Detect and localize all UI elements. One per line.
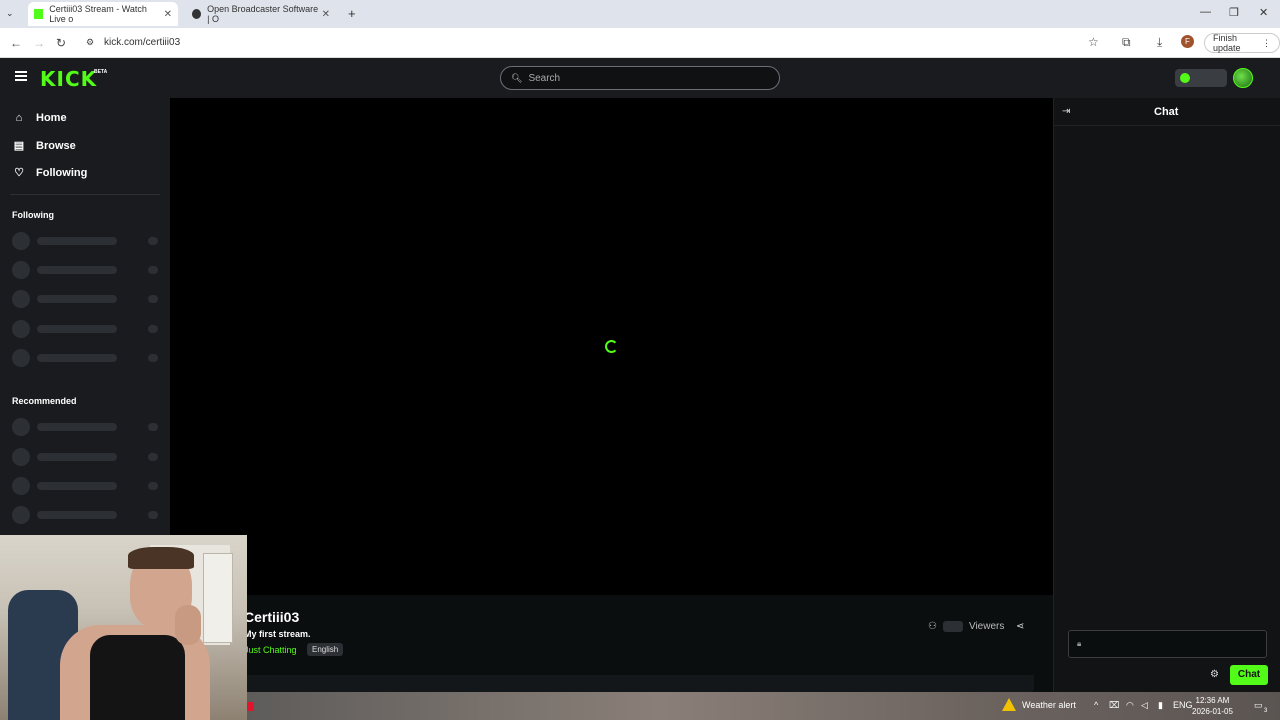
- viewers-icon: ⚇: [928, 621, 937, 632]
- search-input[interactable]: 🔍︎ Search: [500, 66, 780, 90]
- notification-count: 3: [1264, 708, 1268, 714]
- divider: [10, 194, 160, 195]
- address-bar-row: ← → ↻ ⚙ kick.com/certiii03 ☆ ⧉ ⤓ Finish …: [0, 28, 1280, 58]
- recommended-section-title: Recommended: [12, 396, 77, 406]
- maximize-icon[interactable]: ❐: [1229, 6, 1239, 19]
- forward-icon[interactable]: →: [33, 36, 45, 50]
- bookmark-star-icon[interactable]: ☆: [1088, 35, 1099, 49]
- chat-header: ⇥ Chat: [1054, 98, 1280, 126]
- menu-icon[interactable]: [15, 71, 27, 81]
- site-header: KICK BETA 🔍︎ Search: [0, 58, 1280, 98]
- heart-icon: ♡: [14, 167, 24, 179]
- webcam-door: [203, 553, 233, 643]
- category-link[interactable]: Just Chatting: [244, 645, 297, 655]
- following-section-title: Following: [12, 210, 54, 220]
- new-tab-icon[interactable]: +: [348, 6, 356, 21]
- channel-skeleton: [12, 477, 162, 495]
- tab-obs[interactable]: Open Broadcaster Software | O ✕: [186, 2, 336, 26]
- chat-title: Chat: [1154, 106, 1179, 118]
- webcam-overlay: [0, 535, 247, 720]
- notifications-icon[interactable]: ▭: [1254, 700, 1263, 711]
- lock-icon: 🔒︎: [1077, 639, 1082, 648]
- back-icon[interactable]: ←: [10, 36, 22, 50]
- viewer-count-skeleton: [942, 621, 963, 632]
- channel-skeleton: [12, 418, 162, 436]
- weather-alert-label[interactable]: Weather alert: [1022, 700, 1076, 710]
- windows-taskbar: Weather alert ^ ⌧ ◠ ◁ ▮ ENG 12:36 AM 202…: [247, 692, 1280, 720]
- channel-skeleton: [12, 349, 162, 367]
- reload-icon[interactable]: ↻: [56, 36, 66, 50]
- close-tab-icon[interactable]: ✕: [164, 9, 172, 20]
- volume-icon[interactable]: ◁: [1141, 700, 1148, 711]
- sidebar-item-label: Browse: [36, 139, 76, 152]
- kick-favicon-icon: [34, 9, 44, 19]
- url-field[interactable]: kick.com/certiii03: [104, 37, 180, 48]
- extensions-icon[interactable]: ⧉: [1122, 35, 1131, 50]
- sidebar-item-label: Home: [36, 112, 67, 124]
- sidebar-item-label: Following: [36, 166, 88, 179]
- sidebar-item-browse[interactable]: ▤ Browse: [12, 139, 76, 153]
- microphone-icon[interactable]: ▮: [1158, 700, 1163, 711]
- channel-skeleton: [12, 320, 162, 338]
- bluetooth-icon[interactable]: ⌧: [1109, 700, 1119, 711]
- collapse-chat-icon[interactable]: ⇥: [1062, 106, 1070, 117]
- clock-date: 2026-01-05: [1192, 707, 1233, 716]
- viewers-label: Viewers: [968, 621, 1005, 632]
- download-icon[interactable]: ⤓: [1157, 35, 1162, 50]
- loading-spinner-icon: [605, 340, 618, 353]
- language-badge[interactable]: English: [307, 643, 344, 656]
- channel-skeleton: [12, 232, 162, 250]
- content-strip: [240, 675, 1034, 692]
- streamer-name[interactable]: Certiii03: [244, 609, 299, 625]
- tab-label: Open Broadcaster Software | O: [207, 4, 319, 24]
- video-player[interactable]: [170, 98, 1053, 595]
- channel-skeleton: [12, 448, 162, 466]
- finish-update-label: Finish update: [1213, 33, 1241, 53]
- webcam-person-shirt: [90, 635, 185, 720]
- chat-input[interactable]: 🔒︎: [1068, 630, 1267, 658]
- channel-skeleton: [12, 506, 162, 524]
- more-menu-icon: ⋮: [1262, 37, 1271, 48]
- webcam-person-hand: [175, 605, 201, 645]
- weather-alert-icon[interactable]: [1002, 698, 1016, 711]
- clock[interactable]: 12:36 AM 2026-01-05: [1192, 695, 1233, 717]
- search-icon: 🔍︎: [511, 72, 523, 83]
- share-icon[interactable]: ⋖: [1016, 621, 1024, 632]
- tab-label: Certiii03 Stream - Watch Live o: [49, 4, 147, 24]
- beta-badge: BETA: [94, 69, 108, 75]
- show-hidden-icons-icon[interactable]: ^: [1094, 700, 1098, 710]
- webcam-person-hair: [128, 547, 194, 569]
- recording-icon: [247, 702, 254, 711]
- site-info-icon[interactable]: ⚙: [86, 37, 94, 48]
- kick-toggle-button[interactable]: [1175, 69, 1227, 87]
- close-window-icon[interactable]: ✕: [1259, 6, 1268, 19]
- search-placeholder: Search: [528, 72, 561, 84]
- stream-title: My first stream.: [244, 629, 311, 639]
- input-language[interactable]: ENG: [1173, 700, 1193, 710]
- tab-kick-stream[interactable]: Certiii03 Stream - Watch Live o ✕: [28, 2, 178, 26]
- send-chat-button[interactable]: Chat: [1230, 665, 1268, 685]
- sidebar-item-home[interactable]: ⌂ Home: [12, 112, 67, 124]
- home-icon: ⌂: [15, 112, 23, 124]
- chat-panel: ⇥ Chat 🔒︎ ⚙ Chat: [1053, 98, 1280, 695]
- wifi-icon[interactable]: ◠: [1126, 700, 1134, 711]
- kick-logo[interactable]: KICK: [40, 67, 97, 91]
- user-avatar[interactable]: [1233, 68, 1253, 88]
- browser-tab-bar: ⌄ Certiii03 Stream - Watch Live o ✕ Open…: [0, 0, 1280, 28]
- browse-icon: ▤: [13, 140, 25, 152]
- minimize-icon[interactable]: —: [1200, 6, 1211, 18]
- tab-search-icon[interactable]: ⌄: [6, 8, 14, 19]
- finish-update-button[interactable]: Finish update ⋮: [1204, 33, 1280, 53]
- chat-settings-icon[interactable]: ⚙: [1210, 669, 1219, 680]
- channel-skeleton: [12, 261, 162, 279]
- viewer-count: ⚇ Viewers: [928, 621, 1004, 632]
- close-tab-icon[interactable]: ✕: [322, 9, 330, 20]
- clock-time: 12:36 AM: [1195, 696, 1230, 705]
- channel-skeleton: [12, 290, 162, 308]
- sidebar-item-following[interactable]: ♡ Following: [12, 166, 88, 180]
- profile-avatar[interactable]: F: [1181, 35, 1194, 48]
- obs-favicon-icon: [192, 9, 202, 19]
